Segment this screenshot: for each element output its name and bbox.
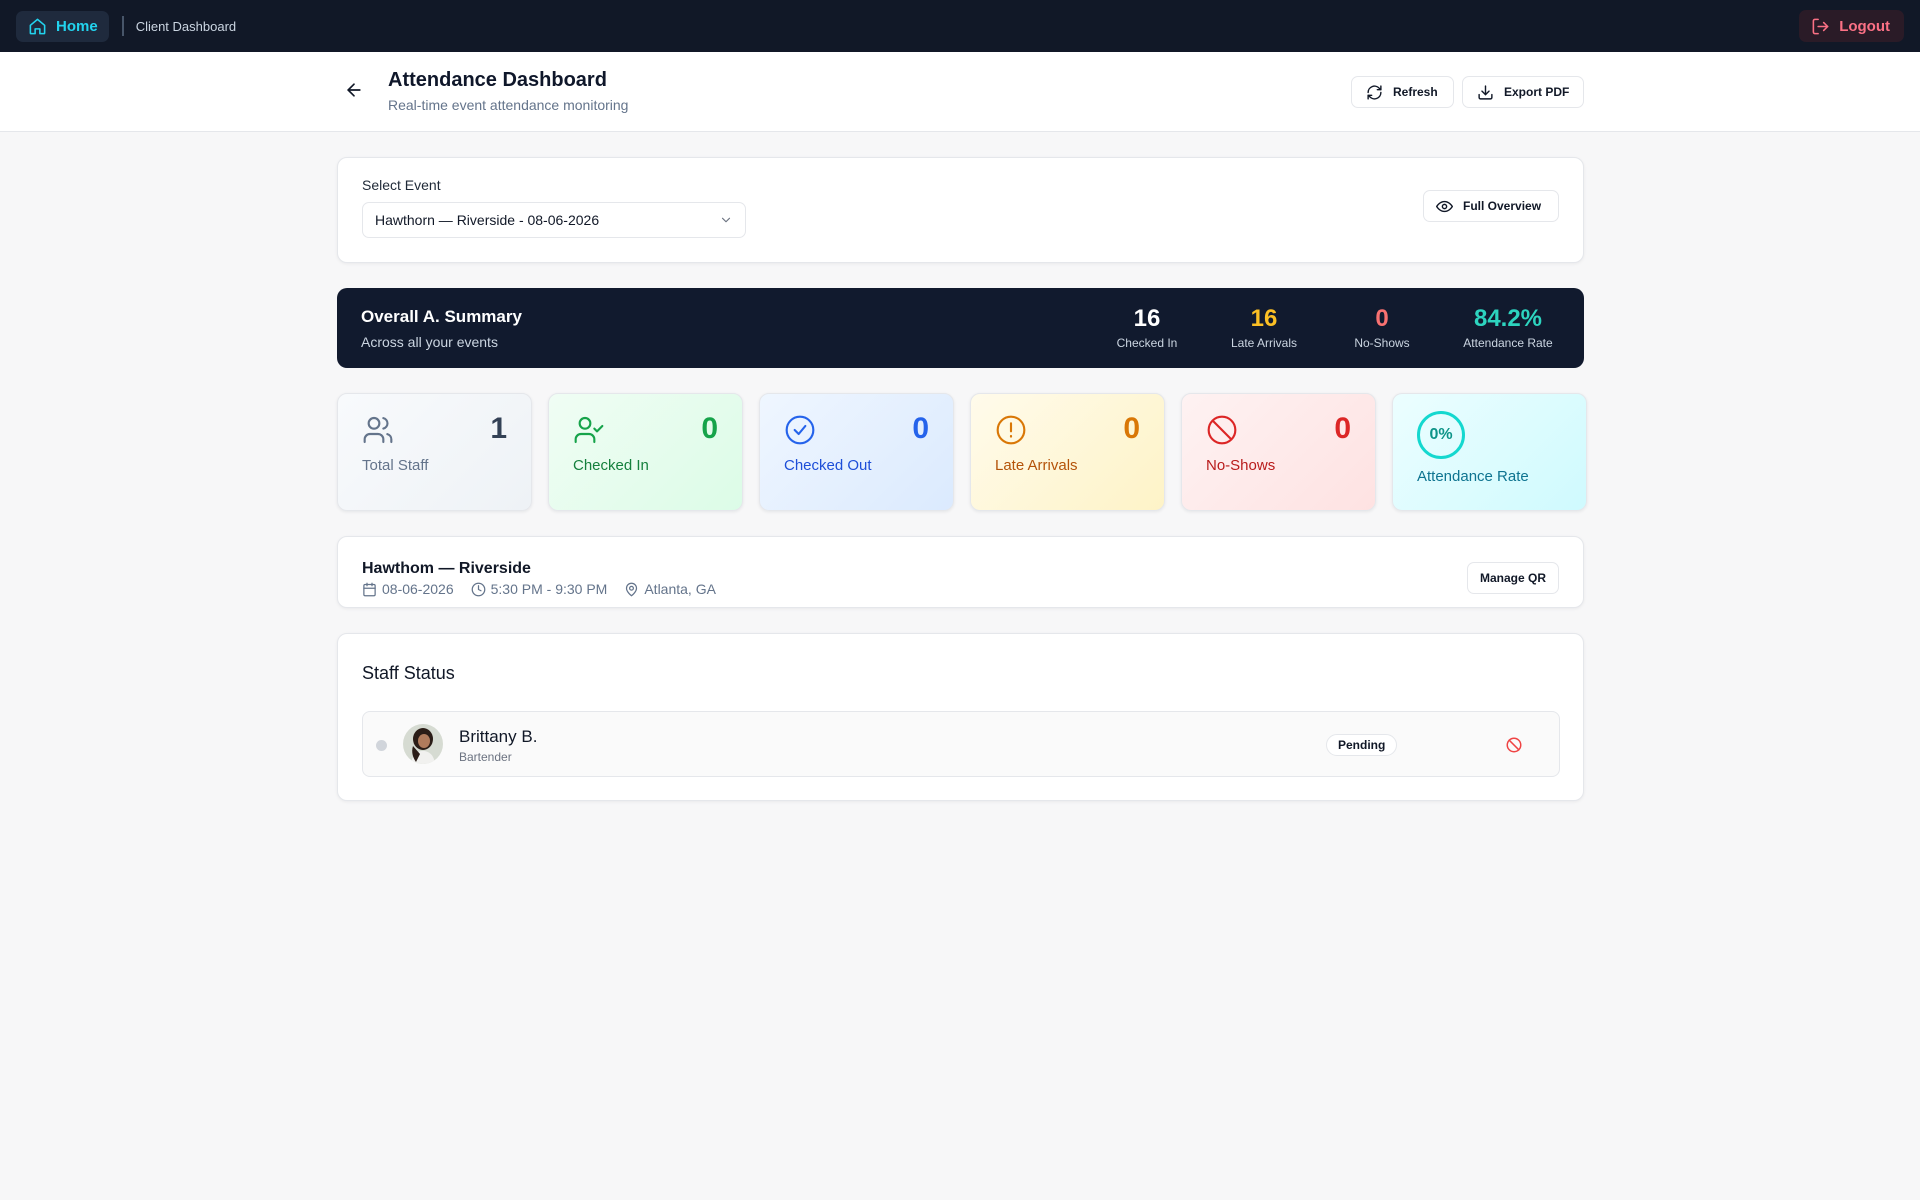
- event-location: Atlanta, GA: [624, 581, 716, 597]
- check-circle-icon: [785, 415, 815, 445]
- event-meta: 08-06-2026 5:30 PM - 9:30 PM Atlanta, GA: [362, 581, 733, 597]
- top-nav: Home Client Dashboard Logout: [0, 0, 1920, 52]
- summary-stat-late-arrivals: 16 Late Arrivals: [1214, 305, 1314, 350]
- summary-stat-checked-in: 16 Checked In: [1097, 305, 1197, 350]
- overall-summary-banner: Overall A. Summary Across all your event…: [337, 288, 1584, 368]
- ban-icon: [1207, 415, 1237, 445]
- no-shows-tile: 0 No-Shows: [1181, 393, 1376, 511]
- staff-role: Bartender: [459, 750, 512, 764]
- download-icon: [1478, 84, 1493, 100]
- event-detail-card: Hawthom — Riverside 08-06-2026 5:30 PM -…: [337, 536, 1584, 608]
- tile-value: 0: [1334, 412, 1351, 445]
- summary-title: Overall A. Summary: [361, 307, 522, 326]
- avatar: [403, 724, 443, 764]
- page-title: Attendance Dashboard: [388, 69, 607, 91]
- staff-status-card: Staff Status Brittany B. Bartender Pendi…: [337, 633, 1584, 801]
- logout-label: Logout: [1839, 17, 1890, 35]
- tile-label: Total Staff: [362, 457, 429, 474]
- tile-value: 0: [701, 412, 718, 445]
- full-overview-label: Full Overview: [1463, 199, 1542, 213]
- event-name: Hawthom — Riverside: [362, 560, 531, 577]
- mark-no-show-icon[interactable]: [1505, 736, 1523, 754]
- back-arrow-icon[interactable]: [344, 80, 364, 100]
- event-date: 08-06-2026: [362, 581, 454, 597]
- summary-stat-value: 0: [1375, 305, 1389, 332]
- logout-icon: [1812, 18, 1829, 34]
- tile-label: Checked In: [573, 457, 649, 474]
- tile-label: Attendance Rate: [1417, 468, 1529, 485]
- home-button[interactable]: Home: [16, 10, 109, 42]
- export-pdf-button[interactable]: Export PDF: [1462, 76, 1584, 108]
- summary-stat-no-shows: 0 No-Shows: [1332, 305, 1432, 350]
- map-pin-icon: [626, 582, 638, 596]
- event-time-text: 5:30 PM - 9:30 PM: [490, 581, 608, 597]
- total-staff-tile: 1 Total Staff: [337, 393, 532, 511]
- tile-label: Late Arrivals: [995, 457, 1078, 474]
- clock-icon: [471, 582, 485, 596]
- tile-value: 1: [490, 412, 507, 445]
- select-event-label: Select Event: [362, 177, 441, 193]
- late-arrivals-tile: 0 Late Arrivals: [970, 393, 1165, 511]
- refresh-icon: [1367, 84, 1382, 100]
- summary-stat-value: 16: [1133, 305, 1161, 332]
- status-dot: [376, 740, 387, 751]
- full-overview-button[interactable]: Full Overview: [1423, 190, 1559, 222]
- calendar-icon: [363, 582, 376, 596]
- logout-button[interactable]: Logout: [1799, 10, 1904, 42]
- tile-label: Checked Out: [784, 457, 872, 474]
- tile-value: 0: [1123, 412, 1140, 445]
- export-label: Export PDF: [1504, 85, 1570, 99]
- event-select-dropdown[interactable]: Hawthorn — Riverside - 08-06-2026: [362, 202, 746, 238]
- attendance-rate-tile: 0% Attendance Rate: [1392, 393, 1587, 511]
- selected-event: Hawthorn — Riverside - 08-06-2026: [375, 212, 600, 228]
- summary-stat-value: 16: [1250, 305, 1278, 332]
- alert-circle-icon: [996, 415, 1026, 445]
- status-badge: Pending: [1326, 734, 1398, 756]
- staff-row[interactable]: Brittany B. Bartender Pending: [362, 711, 1560, 777]
- summary-stat-label: Checked In: [1116, 336, 1178, 350]
- refresh-label: Refresh: [1393, 85, 1438, 99]
- summary-subtitle: Across all your events: [361, 334, 498, 350]
- manage-qr-button[interactable]: Manage QR: [1467, 562, 1559, 594]
- event-location-text: Atlanta, GA: [644, 581, 716, 597]
- user-check-icon: [574, 416, 604, 444]
- staff-name: Brittany B.: [459, 727, 538, 746]
- chevron-down-icon: [721, 217, 731, 223]
- summary-stat-label: Late Arrivals: [1230, 336, 1298, 350]
- page-subtitle: Real-time event attendance monitoring: [388, 97, 629, 113]
- tile-label: No-Shows: [1206, 457, 1276, 474]
- staff-status-title: Staff Status: [362, 663, 455, 683]
- nav-divider: [121, 16, 124, 36]
- users-icon: [363, 416, 393, 444]
- checked-out-tile: 0 Checked Out: [759, 393, 954, 511]
- attendance-progress-ring: 0%: [1417, 411, 1465, 459]
- page-header: Attendance Dashboard Real-time event att…: [0, 52, 1920, 132]
- home-label: Home: [56, 17, 98, 35]
- refresh-button[interactable]: Refresh: [1351, 76, 1454, 108]
- event-time: 5:30 PM - 9:30 PM: [471, 581, 608, 597]
- summary-stat-value: 84.2%: [1473, 305, 1543, 332]
- checked-in-tile: 0 Checked In: [548, 393, 743, 511]
- home-icon: [29, 18, 46, 34]
- tile-value: 0: [912, 412, 929, 445]
- event-select-card: Select Event Hawthorn — Riverside - 08-0…: [337, 157, 1584, 263]
- summary-stat-attendance-rate: 84.2% Attendance Rate: [1452, 305, 1564, 350]
- eye-icon: [1436, 200, 1453, 212]
- summary-stat-label: No-Shows: [1354, 336, 1410, 350]
- summary-stat-label: Attendance Rate: [1463, 336, 1553, 350]
- breadcrumb[interactable]: Client Dashboard: [136, 19, 236, 34]
- event-date-text: 08-06-2026: [382, 581, 454, 597]
